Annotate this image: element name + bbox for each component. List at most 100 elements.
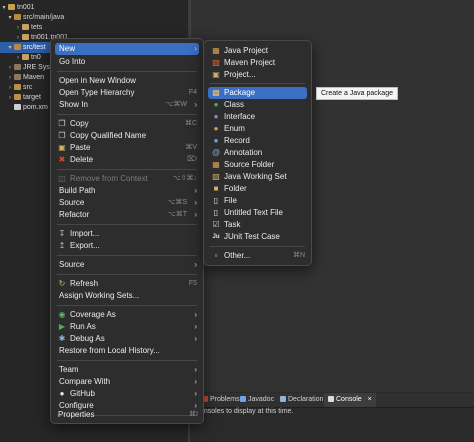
tree-item-label: tets: [31, 24, 43, 31]
menu-item-show-in[interactable]: Show In ⌥⌘W ›: [55, 99, 199, 111]
menu-item-github[interactable]: ● GitHub ›: [55, 388, 199, 400]
chevron-right-icon: ›: [194, 377, 197, 386]
submenu-item-folder[interactable]: ■ Folder: [208, 183, 307, 195]
menu-item-label: Refactor: [59, 210, 90, 219]
menu-item-label: Restore from Local History...: [59, 346, 160, 355]
shortcut-label: ⌥⇧⌘↓: [172, 175, 197, 182]
chevron-right-icon: ›: [194, 100, 197, 109]
folder-icon: [14, 94, 21, 100]
tree-item-label: JRE Sys: [23, 64, 50, 71]
menu-item-label: Import...: [70, 229, 100, 238]
menu-item-go-into[interactable]: Go Into: [55, 56, 199, 68]
menu-item-label: Coverage As: [70, 310, 116, 319]
menu-item-run-as[interactable]: ▶ Run As ›: [55, 321, 199, 333]
tab-declaration[interactable]: Declaration: [276, 393, 327, 407]
menu-item-label: Untitled Text File: [224, 208, 283, 217]
submenu-item-junit-test-case[interactable]: Ju JUnit Test Case: [208, 231, 307, 243]
submenu-item-java-working-set[interactable]: ▧ Java Working Set: [208, 171, 307, 183]
export-icon: ↥: [58, 241, 66, 250]
menu-item-team[interactable]: Team ›: [55, 364, 199, 376]
menu-item-label: Remove from Context: [70, 174, 148, 183]
folder-icon: ■: [213, 184, 219, 193]
menu-item-label: Properties: [58, 410, 95, 419]
menu-item-new[interactable]: New ›: [55, 43, 199, 55]
menu-item-build-path[interactable]: Build Path ›: [55, 185, 199, 197]
shortcut-label: ⌘V: [185, 144, 197, 151]
menu-item-label: Package: [224, 88, 256, 97]
declaration-icon: [280, 396, 286, 402]
bottom-panel: Problems Javadoc Declaration Console × o…: [190, 393, 474, 442]
menu-item-source[interactable]: Source ⌥⌘S ›: [55, 197, 199, 209]
menu-item-label: Class: [224, 100, 245, 109]
menu-item-label: Copy: [70, 119, 89, 128]
tooltip: Create a Java package: [316, 87, 398, 100]
menu-item-open-in-new-window[interactable]: Open in New Window: [55, 75, 199, 87]
import-icon: ↧: [58, 229, 66, 238]
submenu-item-maven-project[interactable]: ▧ Maven Project: [208, 57, 307, 69]
menu-item-debug-as[interactable]: ✱ Debug As ›: [55, 333, 199, 345]
menu-item-label: Java Project: [224, 46, 269, 55]
submenu-item-interface[interactable]: ● Interface: [208, 111, 307, 123]
submenu-item-class[interactable]: ● Class: [208, 99, 307, 111]
shortcut-label: ⌥⌘S: [167, 199, 187, 206]
menu-item-label: Assign Working Sets...: [59, 291, 140, 300]
submenu-item-java-project[interactable]: ▦ Java Project: [208, 45, 307, 57]
submenu-item-record[interactable]: ● Record: [208, 135, 307, 147]
submenu-item-other[interactable]: ▫ Other... ⌘N: [208, 250, 307, 262]
menu-item-properties[interactable]: Properties ⌘I: [54, 409, 200, 421]
menu-item-label: Open Type Hierarchy: [59, 88, 135, 97]
menu-item-label: Go Into: [59, 57, 86, 66]
menu-item-refactor[interactable]: Refactor ⌥⌘T ›: [55, 209, 199, 221]
chevron-right-icon: ›: [194, 198, 197, 207]
menu-separator: [57, 255, 197, 256]
close-icon[interactable]: ×: [368, 396, 372, 403]
javadoc-icon: [240, 396, 246, 402]
menu-item-label: JUnit Test Case: [224, 232, 280, 241]
menu-separator: [57, 71, 197, 72]
chevron-right-icon: ›: [194, 186, 197, 195]
shortcut-label: ⌥⌘W: [165, 101, 187, 108]
class-icon: ●: [213, 100, 219, 109]
menu-item-label: Interface: [224, 112, 256, 121]
menu-item-label: Build Path: [59, 186, 96, 195]
submenu-item-untitled-text-file[interactable]: ▯ Untitled Text File: [208, 207, 307, 219]
menu-separator: [57, 224, 197, 225]
menu-item-refresh[interactable]: ↻ Refresh F5: [55, 278, 199, 290]
submenu-item-enum[interactable]: ● Enum: [208, 123, 307, 135]
menu-item-export[interactable]: ↥ Export...: [55, 240, 199, 252]
menu-item-delete[interactable]: ✖ Delete ⌦: [55, 154, 199, 166]
menu-item-source-2[interactable]: Source ›: [55, 259, 199, 271]
tab-label: Javadoc: [248, 396, 275, 403]
working-set-icon: ▧: [212, 172, 220, 181]
menu-item-coverage-as[interactable]: ◉ Coverage As ›: [55, 309, 199, 321]
menu-item-label: Java Working Set: [224, 172, 287, 181]
menu-item-label: Project...: [224, 70, 256, 79]
submenu-item-project[interactable]: ▣ Project...: [208, 69, 307, 81]
chevron-right-icon: ›: [194, 260, 197, 269]
submenu-item-annotation[interactable]: @ Annotation: [208, 147, 307, 159]
menu-item-copy-qualified-name[interactable]: ❐ Copy Qualified Name: [55, 130, 199, 142]
menu-item-label: Enum: [224, 124, 245, 133]
new-submenu: ▦ Java Project ▧ Maven Project ▣ Project...…: [203, 40, 312, 266]
menu-item-label: Compare With: [59, 377, 111, 386]
menu-item-label: Source: [59, 198, 85, 207]
panel-tab-bar: Problems Javadoc Declaration Console ×: [190, 393, 474, 408]
menu-item-compare-with[interactable]: Compare With ›: [55, 376, 199, 388]
menu-item-restore-local-history[interactable]: Restore from Local History...: [55, 345, 199, 357]
menu-item-paste[interactable]: ▣ Paste ⌘V: [55, 142, 199, 154]
submenu-item-source-folder[interactable]: ▦ Source Folder: [208, 159, 307, 171]
context-menu: New › Go Into Open in New Window Open Typ…: [50, 38, 204, 424]
menu-item-label: Annotation: [224, 148, 263, 157]
menu-item-copy[interactable]: ❐ Copy ⌘C: [55, 118, 199, 130]
submenu-item-file[interactable]: ▯ File: [208, 195, 307, 207]
tab-javadoc[interactable]: Javadoc: [236, 393, 278, 407]
menu-item-assign-working-sets[interactable]: Assign Working Sets...: [55, 290, 199, 302]
submenu-item-task[interactable]: ☑ Task: [208, 219, 307, 231]
menu-item-label: Delete: [70, 155, 94, 164]
menu-item-open-type-hierarchy[interactable]: Open Type Hierarchy F4: [55, 87, 199, 99]
tab-console[interactable]: Console ×: [324, 393, 376, 407]
menu-separator: [57, 360, 197, 361]
menu-item-import[interactable]: ↧ Import...: [55, 228, 199, 240]
project-icon: ▣: [212, 70, 220, 79]
submenu-item-package[interactable]: ▩ Package: [208, 87, 307, 99]
